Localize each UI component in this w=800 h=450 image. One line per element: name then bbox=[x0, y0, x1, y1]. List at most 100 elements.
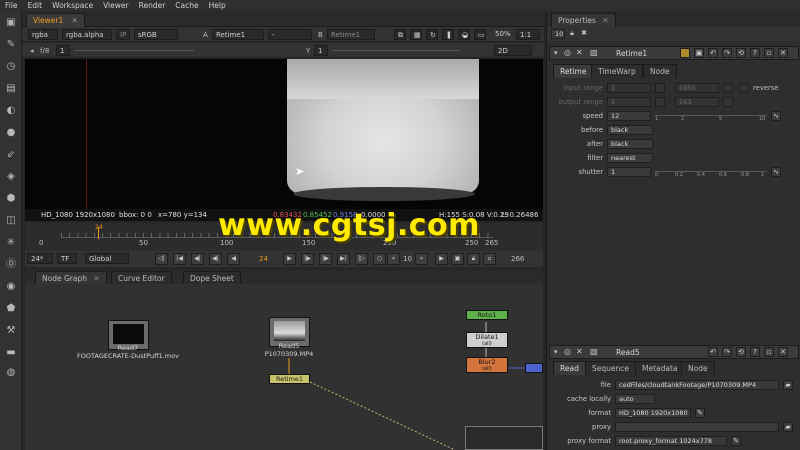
step-forward-icon[interactable]: » bbox=[415, 253, 428, 265]
tab-read-node[interactable]: Node bbox=[681, 361, 715, 375]
clip-warning-icon[interactable]: ◒ bbox=[458, 29, 470, 40]
gain-field[interactable]: 1 bbox=[56, 45, 70, 56]
filter-icon[interactable]: ● bbox=[5, 127, 17, 139]
retime1-title[interactable]: Retime1 bbox=[616, 49, 647, 58]
after-select[interactable]: black bbox=[607, 139, 653, 149]
time-icon[interactable]: ◷ bbox=[5, 61, 17, 73]
output-end-checkbox[interactable] bbox=[723, 97, 733, 107]
output-range-end[interactable]: 163 bbox=[675, 97, 719, 107]
tab-dope-sheet[interactable]: Dope Sheet bbox=[183, 271, 241, 285]
tab-sequence[interactable]: Sequence bbox=[585, 361, 636, 375]
speed-field[interactable]: 12 bbox=[607, 111, 651, 121]
dilate1-node[interactable]: Dilate1 (all) bbox=[466, 332, 508, 348]
prev-key-icon[interactable]: ◀| bbox=[191, 253, 204, 265]
file-field[interactable]: cedFiles/cloudtankFootage/P1070309.MP4 bbox=[615, 380, 779, 390]
loop-icon[interactable]: ○ bbox=[373, 253, 386, 265]
next-key-icon[interactable]: |▶ bbox=[319, 253, 332, 265]
deep-icon[interactable]: Ⓓ bbox=[5, 259, 17, 271]
play-forward-icon[interactable]: ▶ bbox=[283, 253, 296, 265]
toolsets-icon[interactable]: ⚒ bbox=[5, 325, 17, 337]
input-range-end[interactable]: 1950 bbox=[675, 83, 719, 93]
particles-icon[interactable]: ✳ bbox=[5, 237, 17, 249]
collapse-icon[interactable]: ▾ bbox=[554, 49, 558, 57]
lock-icon[interactable]: 🔒︎ bbox=[467, 253, 480, 265]
b-input-select[interactable]: Retime1 bbox=[327, 29, 375, 40]
play-backward-icon[interactable]: ◀ bbox=[227, 253, 240, 265]
before-select[interactable]: black bbox=[607, 125, 653, 135]
undo-icon[interactable]: ↶ bbox=[708, 347, 718, 357]
metadata-icon[interactable]: ⬟ bbox=[5, 303, 17, 315]
a-input-select[interactable]: Retime1 bbox=[212, 29, 264, 40]
exposure-icon[interactable]: ◂ bbox=[30, 47, 34, 55]
step-back-icon[interactable]: « bbox=[387, 253, 400, 265]
tab-timewarp[interactable]: TimeWarp bbox=[591, 64, 643, 78]
node-color-icon[interactable]: ▧ bbox=[590, 48, 598, 57]
menu-cache[interactable]: Cache bbox=[170, 1, 203, 10]
node-graph[interactable]: Read7 FOOTAGECRATE-DustPuff1.mov Read5 P… bbox=[25, 284, 543, 450]
redo-icon[interactable]: ↷ bbox=[722, 48, 732, 58]
last-frame-icon[interactable]: ▶| bbox=[337, 253, 350, 265]
current-frame-field[interactable]: 24 bbox=[259, 255, 268, 263]
output-start-checkbox[interactable] bbox=[655, 97, 665, 107]
prev-frame-icon[interactable]: ◀| bbox=[209, 253, 222, 265]
collapse-icon[interactable]: ▾ bbox=[554, 348, 558, 356]
lock-icon[interactable]: 🔒︎ bbox=[567, 29, 577, 39]
viewer-canvas[interactable]: ➤ bbox=[25, 59, 543, 209]
format-edit-icon[interactable]: ✎ bbox=[695, 408, 705, 418]
pause-icon[interactable]: ❚❚ bbox=[442, 29, 454, 40]
grid-icon[interactable]: ▦ bbox=[410, 29, 422, 40]
read5-title[interactable]: Read5 bbox=[616, 348, 640, 357]
float-panel-icon[interactable]: ▫ bbox=[764, 48, 774, 58]
channels-select[interactable]: rgba bbox=[28, 29, 58, 40]
filter-select[interactable]: nearest bbox=[607, 153, 653, 163]
proxy-format-edit-icon[interactable]: ✎ bbox=[731, 436, 741, 446]
view-mode-select[interactable]: 2D bbox=[494, 45, 532, 56]
cache-locally-select[interactable]: auto bbox=[615, 394, 655, 404]
tab-node[interactable]: Node bbox=[643, 64, 677, 78]
flipbook-icon[interactable]: ▶ bbox=[435, 253, 448, 265]
float-icon[interactable]: ◎ bbox=[564, 48, 571, 57]
roi-icon[interactable]: ⧉ bbox=[394, 29, 406, 40]
image-icon[interactable]: ▣ bbox=[5, 17, 17, 29]
lut-select[interactable]: sRGB bbox=[134, 29, 178, 40]
in-point-icon[interactable]: ◁| bbox=[155, 253, 168, 265]
merge-node[interactable] bbox=[525, 363, 543, 373]
help-icon[interactable]: ? bbox=[750, 48, 760, 58]
tab-curve-editor[interactable]: Curve Editor bbox=[111, 271, 172, 285]
center-icon[interactable]: ✕ bbox=[576, 347, 583, 356]
step-field[interactable]: 10 bbox=[403, 255, 412, 263]
read5-header[interactable]: ▾ ◎ ✕ ▧ Read5 ↶ ↷ ⟲ ? ▫ ✕ bbox=[549, 345, 799, 359]
menu-workspace[interactable]: Workspace bbox=[47, 1, 98, 10]
shutter-slider[interactable] bbox=[655, 171, 767, 181]
blur2-node[interactable]: Blur2 (all) bbox=[466, 357, 508, 373]
backdrop-node[interactable] bbox=[465, 426, 543, 450]
gamma-field[interactable]: 1 bbox=[314, 45, 328, 56]
menu-edit[interactable]: Edit bbox=[23, 1, 48, 10]
retime1-header[interactable]: ▾ ◎ ✕ ▧ Retime1 ▣ ↶ ↷ ⟲ ? ▫ ✕ bbox=[549, 46, 799, 60]
revert-icon[interactable]: ⟲ bbox=[736, 347, 746, 357]
menu-help[interactable]: Help bbox=[204, 1, 231, 10]
monitor-icon[interactable]: ▫ bbox=[483, 253, 496, 265]
fps-select[interactable]: 24* bbox=[27, 253, 53, 264]
draw-icon[interactable]: ✎ bbox=[5, 39, 17, 51]
clear-icon[interactable]: ✖ bbox=[579, 29, 589, 39]
tile-color-icon[interactable] bbox=[680, 48, 690, 58]
tab-retime[interactable]: Retime bbox=[553, 64, 594, 78]
close-panel-icon[interactable]: ✕ bbox=[778, 347, 788, 357]
close-icon[interactable]: ✕ bbox=[72, 16, 78, 25]
out-point-icon[interactable]: |▷ bbox=[355, 253, 368, 265]
zoom-select[interactable]: 50% bbox=[492, 29, 514, 40]
float-panel-icon[interactable]: ▫ bbox=[764, 347, 774, 357]
roto1-node[interactable]: Roto1 bbox=[466, 310, 508, 320]
tab-viewer1[interactable]: Viewer1 ✕ bbox=[26, 13, 85, 27]
display-icon[interactable]: ▭ bbox=[474, 29, 486, 40]
input-start-checkbox[interactable] bbox=[655, 83, 665, 93]
revert-icon[interactable]: ⟲ bbox=[736, 48, 746, 58]
close-panel-icon[interactable]: ✕ bbox=[778, 48, 788, 58]
tf-select[interactable]: TF bbox=[57, 253, 77, 264]
close-icon[interactable]: ✕ bbox=[602, 16, 608, 25]
channel-icon[interactable]: ▤ bbox=[5, 83, 17, 95]
first-frame-icon[interactable]: |◀ bbox=[173, 253, 186, 265]
help-icon[interactable]: ? bbox=[750, 347, 760, 357]
ratio-select[interactable]: 1:1 bbox=[516, 29, 540, 40]
